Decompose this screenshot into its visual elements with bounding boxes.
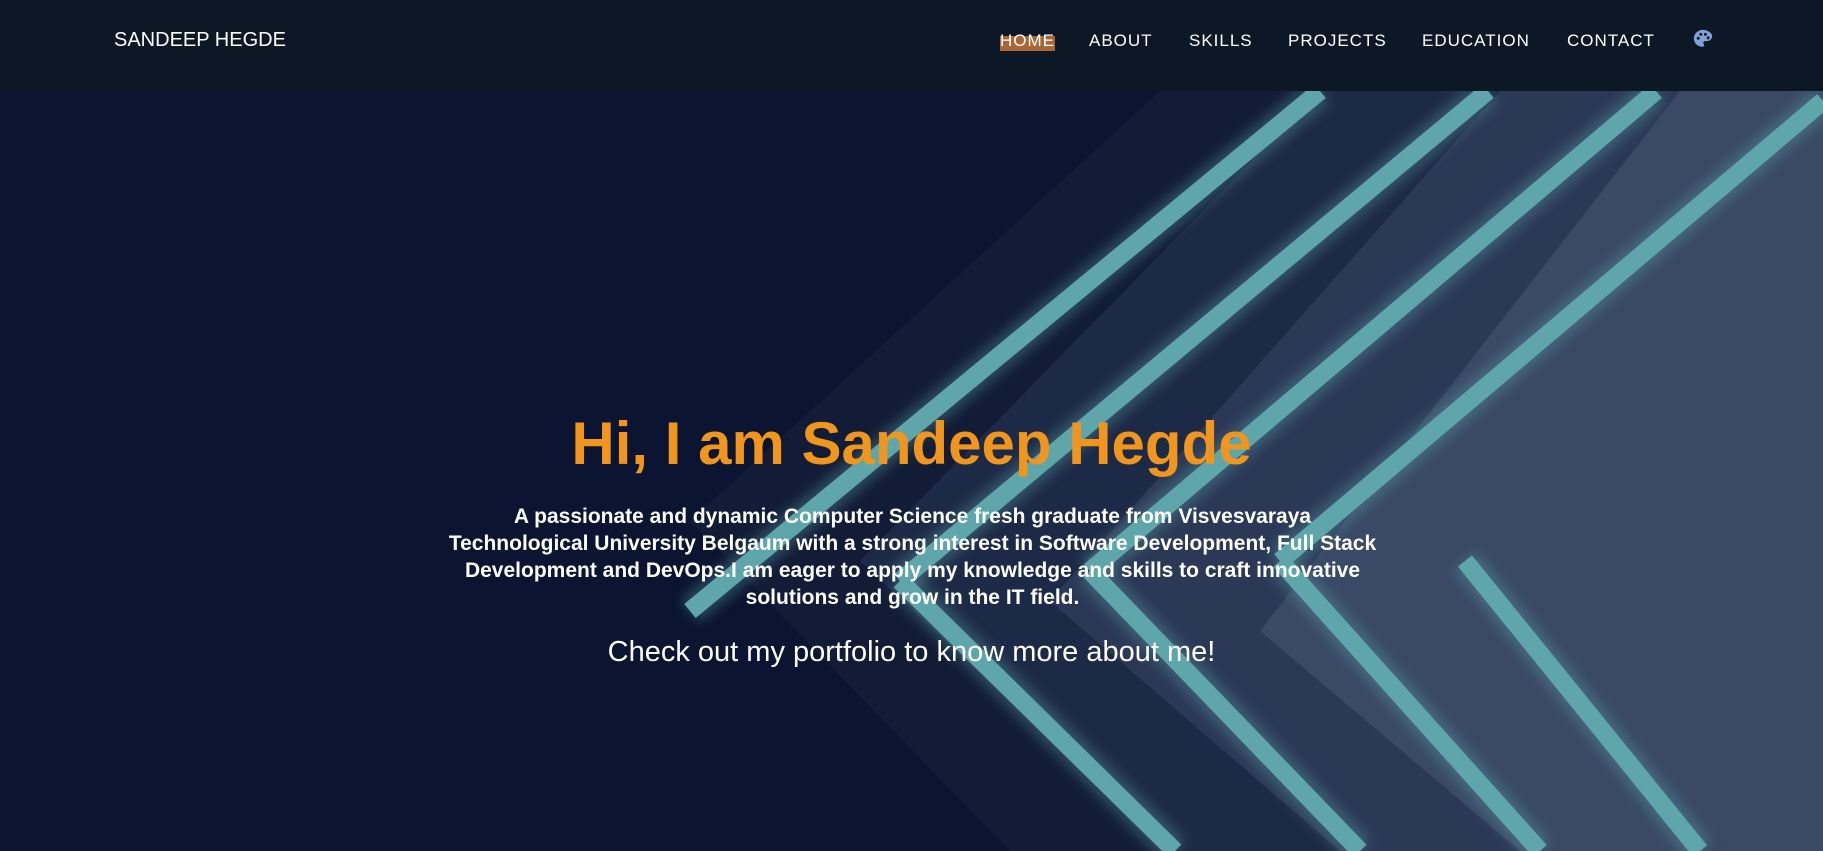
hero-title: Hi, I am Sandeep Hegde (571, 410, 1252, 477)
nav-item-education[interactable]: EDUCATION (1422, 31, 1530, 51)
nav-item-skills[interactable]: SKILLS (1189, 31, 1253, 51)
hero-description: A passionate and dynamic Computer Scienc… (448, 505, 1377, 609)
palette-icon (1693, 29, 1713, 47)
nav-item-label: EDUCATION (1422, 31, 1530, 50)
nav-item-home[interactable]: HOME (1000, 31, 1055, 51)
theme-toggle-button[interactable] (1692, 28, 1714, 50)
nav-item-projects[interactable]: PROJECTS (1288, 31, 1387, 51)
nav-menu: HOME ABOUT SKILLS PROJECTS EDUCATION CON… (0, 0, 1823, 91)
nav-item-label: SKILLS (1189, 31, 1253, 50)
navbar: SANDEEP HEGDE HOME ABOUT SKILLS PROJECTS… (0, 0, 1823, 91)
portfolio-page: SANDEEP HEGDE HOME ABOUT SKILLS PROJECTS… (0, 0, 1823, 851)
nav-item-label: CONTACT (1567, 31, 1655, 50)
hero-cta-text: Check out my portfolio to know more abou… (607, 636, 1216, 668)
nav-item-label: HOME (1000, 31, 1055, 50)
hero-section: Hi, I am Sandeep Hegde A passionate and … (0, 91, 1823, 851)
nav-item-about[interactable]: ABOUT (1089, 31, 1153, 51)
hero-content: Hi, I am Sandeep Hegde A passionate and … (0, 409, 1823, 669)
nav-item-contact[interactable]: CONTACT (1567, 31, 1655, 51)
nav-item-label: ABOUT (1089, 31, 1153, 50)
nav-item-label: PROJECTS (1288, 31, 1387, 50)
